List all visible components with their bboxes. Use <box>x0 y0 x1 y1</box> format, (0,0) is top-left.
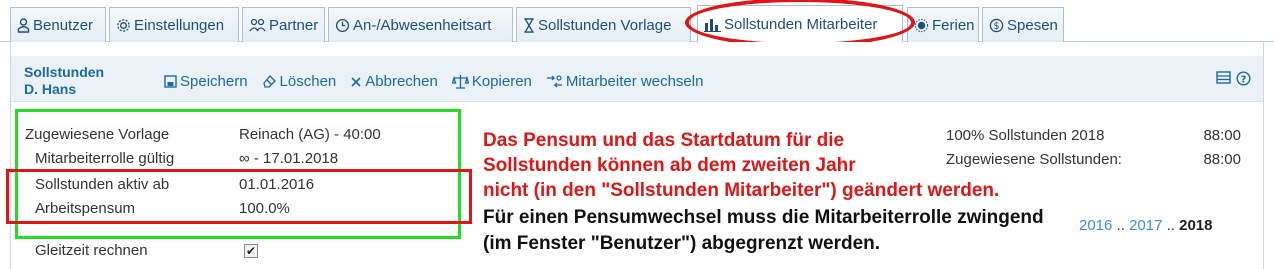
tab-label: Ferien <box>932 16 975 34</box>
target-hours-label: 100% Sollstunden 2018 <box>946 127 1105 144</box>
header-icons: ? <box>1216 71 1251 86</box>
copy-button[interactable]: Kopieren <box>451 73 532 90</box>
hourglass-icon <box>524 17 534 33</box>
tab-label: An-/Abwesenheitsart <box>353 16 492 34</box>
year-current-2018: 2018 <box>1179 217 1213 234</box>
bar-chart-icon <box>704 18 721 32</box>
year-link-2016[interactable]: 2016 <box>1079 217 1112 234</box>
year-navigation: 2016 .. 2017 .. 2018 <box>1079 217 1213 234</box>
coin-icon: $ <box>989 18 1004 32</box>
tab-spesen[interactable]: $ Spesen <box>982 7 1064 42</box>
tab-sollstunden-mitarbeiter[interactable]: Sollstunden Mitarbeiter <box>697 5 903 42</box>
annotation-red-line1: Das Pensum und das Startdatum für die <box>483 130 845 151</box>
tab-ferien[interactable]: Ferien <box>907 7 979 42</box>
tab-label: Sollstunden Mitarbeiter <box>724 15 878 33</box>
help-icon[interactable]: ? <box>1236 71 1251 86</box>
cancel-button[interactable]: Abbrechen <box>350 73 438 90</box>
tab-label: Sollstunden Vorlage <box>538 16 672 34</box>
tab-sollstunden-vorlage[interactable]: Sollstunden Vorlage <box>516 7 691 42</box>
table-view-icon[interactable] <box>1216 71 1231 84</box>
user-icon <box>17 18 30 33</box>
flextime-label: Gleitzeit rechnen <box>35 242 148 259</box>
highlight-red-box <box>6 169 472 224</box>
annotation-red-line3: nicht (in den "Sollstunden Mitarbeiter")… <box>483 180 1000 201</box>
tab-label: Einstellungen <box>134 16 225 34</box>
tab-an-abwesenheitsart[interactable]: An-/Abwesenheitsart <box>328 7 513 42</box>
panel-title-line2: D. Hans <box>24 81 77 97</box>
tab-label: Partner <box>269 16 319 34</box>
annotation-black-line2: (im Fenster "Benutzer") abgegrenzt werde… <box>483 233 881 254</box>
delete-button[interactable]: Löschen <box>262 73 337 90</box>
save-button[interactable]: Speichern <box>164 73 248 90</box>
tab-label: Benutzer <box>33 16 94 34</box>
assigned-hours-label: Zugewiesene Sollstunden: <box>946 151 1122 168</box>
switch-user-icon <box>546 75 562 88</box>
panel-header: Sollstunden D. Hans Speichern Löschen Ab… <box>11 56 1263 102</box>
floppy-disk-icon <box>164 75 177 88</box>
tab-label: Spesen <box>1007 16 1058 34</box>
tab-einstellungen[interactable]: Einstellungen <box>109 7 239 42</box>
clock-icon <box>335 18 350 32</box>
tab-bar: Benutzer Einstellungen Partner An-/Abwes… <box>0 0 1274 47</box>
tab-benutzer[interactable]: Benutzer <box>10 7 106 42</box>
panel-title: Sollstunden D. Hans <box>24 64 104 98</box>
close-icon <box>351 76 361 87</box>
toolbar: Speichern Löschen Abbrechen Kopieren Mit… <box>164 73 703 90</box>
save-label: Speichern <box>180 73 248 90</box>
year-separator: .. <box>1116 217 1125 234</box>
tab-partner[interactable]: Partner <box>242 7 325 42</box>
annotation-red-line2: Sollstunden können ab dem zweiten Jahr <box>483 155 856 176</box>
scale-icon <box>451 75 469 89</box>
sun-icon <box>914 18 929 32</box>
annotation-black-line1: Für einen Pensumwechsel muss die Mitarbe… <box>483 207 1044 228</box>
copy-label: Kopieren <box>471 73 532 90</box>
assigned-hours-value: 88:00 <box>1203 151 1241 168</box>
year-separator: .. <box>1166 217 1175 234</box>
svg-text:$: $ <box>994 20 1000 31</box>
switch-employee-button[interactable]: Mitarbeiter wechseln <box>546 73 704 90</box>
target-hours-value: 88:00 <box>1203 127 1241 144</box>
gear-icon <box>117 18 130 32</box>
partner-icon <box>249 18 266 32</box>
year-link-2017[interactable]: 2017 <box>1129 217 1162 234</box>
panel-title-line1: Sollstunden <box>24 64 105 80</box>
flextime-checkbox[interactable]: ✔ <box>244 244 258 258</box>
delete-label: Löschen <box>279 73 337 90</box>
svg-text:?: ? <box>1241 74 1247 85</box>
switch-employee-label: Mitarbeiter wechseln <box>565 73 704 90</box>
eraser-icon <box>262 75 276 88</box>
cancel-label: Abbrechen <box>365 73 438 90</box>
